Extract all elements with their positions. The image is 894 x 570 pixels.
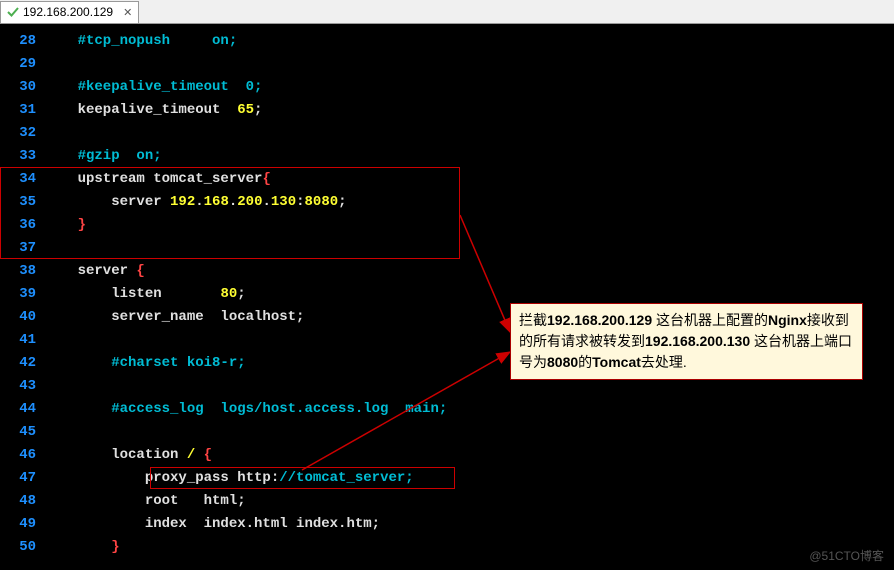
line-number: 35 <box>0 191 36 214</box>
code-area[interactable]: #tcp_nopush on; #keepalive_timeout 0; ke… <box>44 24 894 570</box>
line-number: 32 <box>0 122 36 145</box>
tab-bar: 192.168.200.129 ✕ <box>0 0 894 24</box>
line-gutter: 2829303132333435363738394041424344454647… <box>0 24 44 570</box>
code-line: keepalive_timeout 65; <box>44 99 894 122</box>
line-number: 46 <box>0 444 36 467</box>
line-number: 37 <box>0 237 36 260</box>
line-number: 31 <box>0 99 36 122</box>
code-line: #access_log logs/host.access.log main; <box>44 398 894 421</box>
code-line <box>44 53 894 76</box>
line-number: 48 <box>0 490 36 513</box>
tab-title: 192.168.200.129 <box>23 5 113 19</box>
code-line: root html; <box>44 490 894 513</box>
line-number: 44 <box>0 398 36 421</box>
line-number: 45 <box>0 421 36 444</box>
line-number: 30 <box>0 76 36 99</box>
line-number: 33 <box>0 145 36 168</box>
line-number: 50 <box>0 536 36 559</box>
code-line <box>44 421 894 444</box>
code-line: } <box>44 536 894 559</box>
line-number: 39 <box>0 283 36 306</box>
line-number: 28 <box>0 30 36 53</box>
editor-tab[interactable]: 192.168.200.129 ✕ <box>0 1 139 23</box>
close-icon[interactable]: ✕ <box>123 6 132 19</box>
line-number: 43 <box>0 375 36 398</box>
code-line: server 192.168.200.130:8080; <box>44 191 894 214</box>
line-number: 42 <box>0 352 36 375</box>
line-number: 41 <box>0 329 36 352</box>
code-line: #gzip on; <box>44 145 894 168</box>
annotation-callout: 拦截192.168.200.129 这台机器上配置的Nginx接收到的所有请求被… <box>510 303 863 380</box>
code-line: location / { <box>44 444 894 467</box>
code-line: proxy_pass http://tomcat_server; <box>44 467 894 490</box>
code-line: #keepalive_timeout 0; <box>44 76 894 99</box>
code-line: upstream tomcat_server{ <box>44 168 894 191</box>
line-number: 36 <box>0 214 36 237</box>
code-editor[interactable]: 2829303132333435363738394041424344454647… <box>0 24 894 570</box>
check-icon <box>7 6 19 18</box>
code-line: server { <box>44 260 894 283</box>
code-line: index index.html index.htm; <box>44 513 894 536</box>
code-line <box>44 122 894 145</box>
line-number: 29 <box>0 53 36 76</box>
line-number: 34 <box>0 168 36 191</box>
line-number: 49 <box>0 513 36 536</box>
code-line <box>44 237 894 260</box>
line-number: 38 <box>0 260 36 283</box>
line-number: 47 <box>0 467 36 490</box>
code-line: } <box>44 214 894 237</box>
line-number: 40 <box>0 306 36 329</box>
code-line: #tcp_nopush on; <box>44 30 894 53</box>
watermark: @51CTO博客 <box>809 547 884 564</box>
